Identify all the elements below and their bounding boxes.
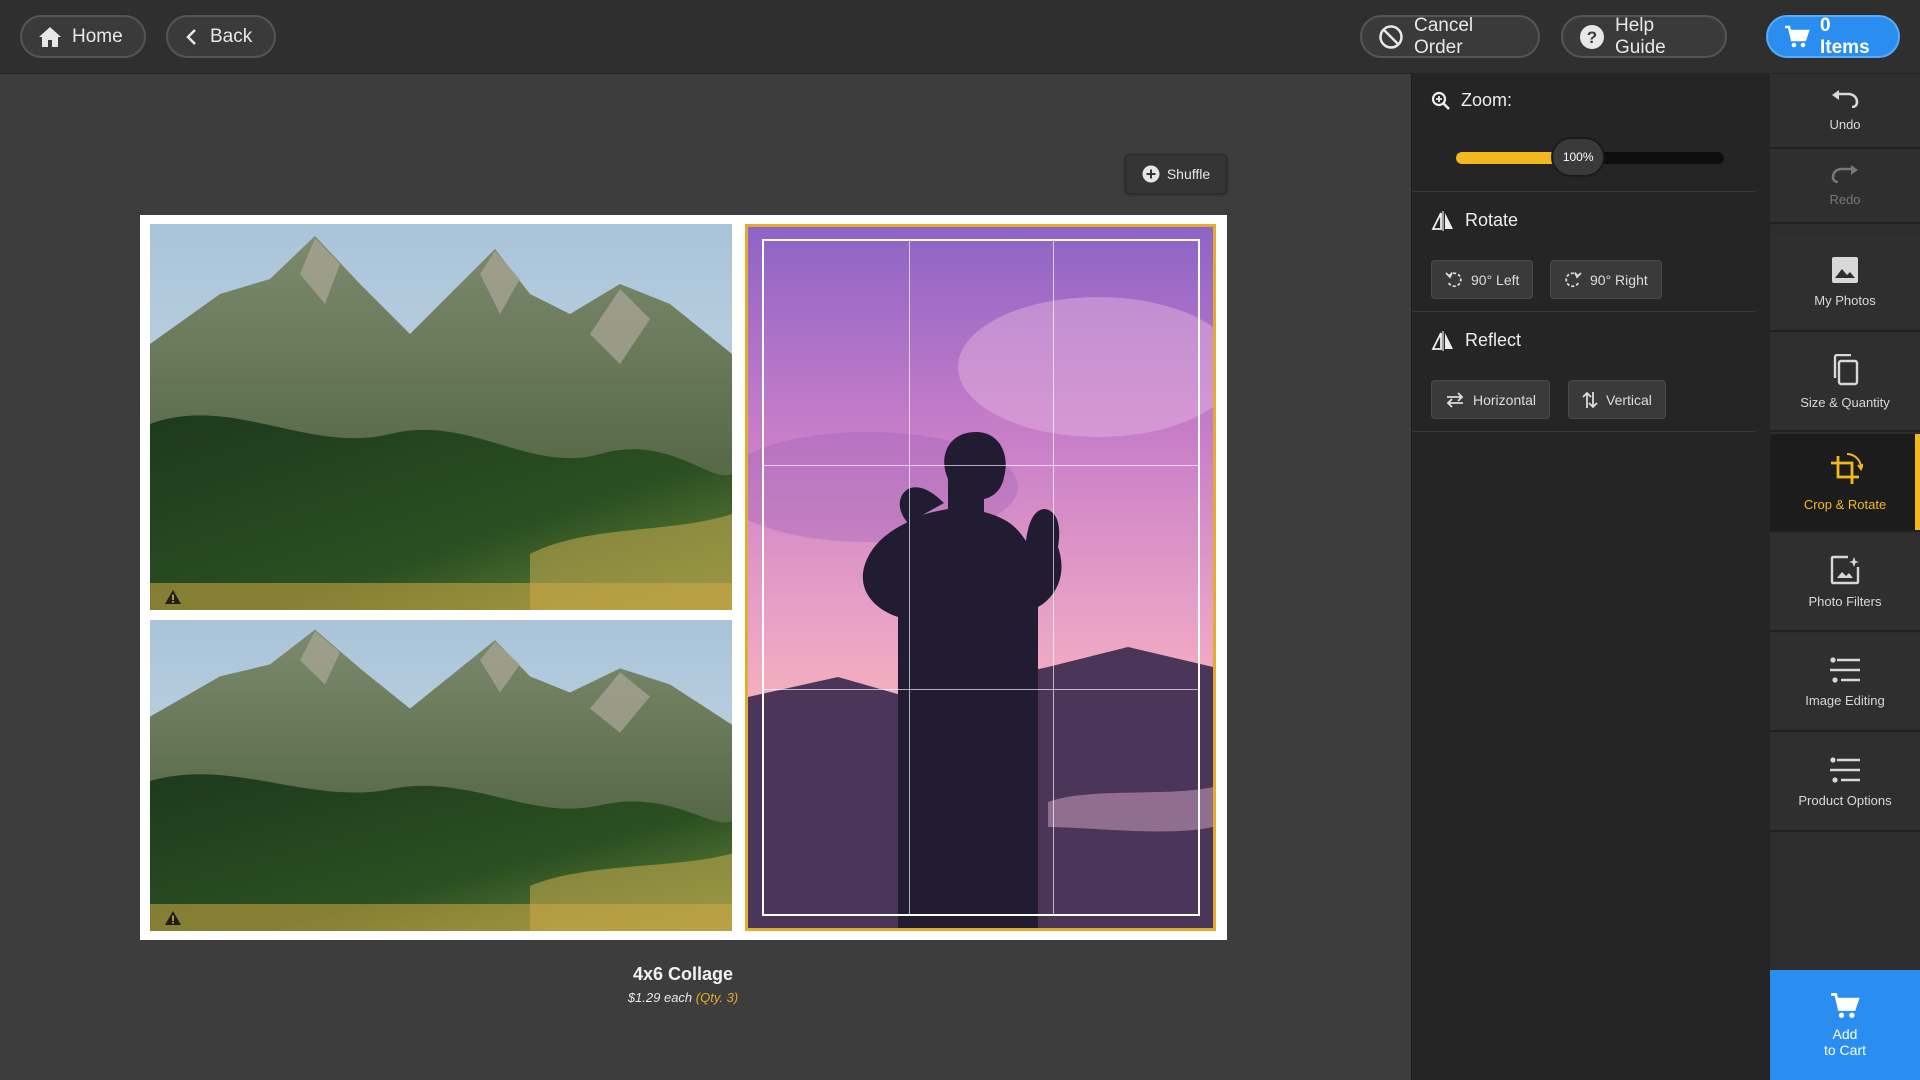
redo-icon [1831, 164, 1858, 183]
rail-size-quantity-label: Size & Quantity [1800, 395, 1890, 410]
reflect-horizontal-label: Horizontal [1473, 391, 1537, 408]
zoom-title: Zoom: [1431, 90, 1512, 111]
crop-grid-line [908, 241, 910, 914]
rail-crop-rotate[interactable]: Crop & Rotate [1770, 434, 1920, 532]
rotate-section: Rotate 90° Left 90° Right [1412, 192, 1756, 312]
reflect-vertical-label: Vertical [1606, 391, 1652, 408]
reflect-label: Reflect [1465, 330, 1522, 350]
rail-image-editing-label: Image Editing [1805, 693, 1885, 708]
sparkle-image-icon [1830, 555, 1860, 585]
shuffle-button[interactable]: Shuffle [1125, 154, 1227, 194]
crop-icon [1831, 453, 1863, 484]
product-price: $1.29 each [627, 990, 693, 1005]
tool-rail: Undo Redo My Photos Size & Quantity Crop… [1770, 74, 1920, 1080]
home-icon [39, 26, 61, 47]
cart-count: 0 Items [1820, 14, 1870, 58]
sliders-icon [1830, 757, 1860, 783]
rotate-left-button[interactable]: 90° Left [1431, 260, 1534, 299]
rotate-title: Rotate [1431, 210, 1518, 231]
chevron-left-icon [186, 28, 196, 45]
rotate-right-button[interactable]: 90° Right [1550, 260, 1662, 299]
collage-photo-3-selected[interactable] [745, 224, 1216, 931]
undo-label: Undo [1829, 116, 1861, 132]
product-caption: 4x6 Collage $1.29 each (Qty. 3) [540, 964, 826, 1005]
collage-photo-2[interactable] [150, 620, 732, 931]
low-resolution-bar [150, 904, 732, 931]
zoom-label: Zoom: [1461, 90, 1513, 110]
collage-preview [140, 215, 1227, 940]
redo-button[interactable]: Redo [1770, 149, 1920, 224]
warning-icon[interactable] [164, 910, 182, 926]
add-to-cart-button[interactable]: Add to Cart [1770, 970, 1920, 1080]
flip-icon [1431, 330, 1453, 351]
reflect-vertical-button[interactable]: Vertical [1568, 380, 1666, 419]
crop-grid-line [1053, 241, 1055, 914]
svg-text:?: ? [1587, 28, 1597, 47]
crop-grid-line [764, 689, 1198, 691]
cancel-order-button[interactable]: Cancel Order [1360, 15, 1540, 58]
help-guide-label: Help Guide [1615, 14, 1666, 58]
warning-icon[interactable] [164, 589, 182, 605]
product-title: 4x6 Collage [632, 964, 734, 984]
back-button[interactable]: Back [166, 15, 276, 58]
shuffle-label: Shuffle [1166, 166, 1211, 182]
crop-rotate-panel: Zoom: 100% Rotate 90° Left 90° Right Ref… [1411, 74, 1770, 1080]
cart-button[interactable]: 0 Items [1766, 15, 1900, 58]
copy-icon [1833, 354, 1859, 386]
undo-button[interactable]: Undo [1770, 74, 1920, 149]
swap-horizontal-icon [1446, 391, 1464, 408]
crop-grid-line [764, 465, 1198, 467]
rail-photo-filters-label: Photo Filters [1808, 594, 1882, 609]
ban-icon [1379, 24, 1403, 49]
rail-photo-filters[interactable]: Photo Filters [1770, 534, 1920, 632]
undo-icon [1832, 89, 1859, 108]
rotate-left-label: 90° Left [1471, 271, 1520, 288]
reflect-title: Reflect [1431, 330, 1521, 351]
rail-crop-rotate-label: Crop & Rotate [1803, 497, 1887, 512]
flip-icon [1431, 210, 1453, 231]
rotate-right-icon [1565, 271, 1582, 287]
product-price-line: $1.29 each (Qty. 3) [540, 990, 826, 1005]
rail-image-editing[interactable]: Image Editing [1770, 634, 1920, 732]
help-guide-button[interactable]: ? Help Guide [1561, 15, 1727, 58]
redo-label: Redo [1829, 191, 1861, 207]
rail-product-options-label: Product Options [1798, 793, 1892, 808]
reflect-section: Reflect Horizontal Vertical [1412, 312, 1756, 432]
rail-size-quantity[interactable]: Size & Quantity [1770, 334, 1920, 432]
mountain-photo [150, 620, 732, 931]
back-label: Back [210, 25, 253, 47]
rotate-left-icon [1445, 271, 1462, 287]
cart-icon [1785, 25, 1810, 47]
rail-my-photos[interactable]: My Photos [1770, 234, 1920, 332]
home-label: Home [72, 25, 123, 47]
swap-vertical-icon [1582, 391, 1598, 408]
mountain-photo [150, 224, 732, 610]
editor-canvas: Shuffle 4x6 Collage $1.29 each (Qty. 3) [0, 74, 1411, 1080]
top-bar: Home Back Cancel Order ? Help Guide 0 It… [0, 0, 1920, 74]
zoom-section: Zoom: 100% [1412, 74, 1756, 192]
product-quantity[interactable]: (Qty. 3) [696, 990, 738, 1005]
add-to-cart-label: Add to Cart [1824, 1026, 1866, 1058]
zoom-icon [1431, 91, 1450, 110]
sliders-icon [1830, 657, 1860, 683]
collage-photo-1[interactable] [150, 224, 732, 610]
low-resolution-bar [150, 583, 732, 610]
rail-my-photos-label: My Photos [1814, 293, 1876, 308]
help-icon: ? [1580, 24, 1604, 49]
rail-product-options[interactable]: Product Options [1770, 734, 1920, 832]
rotate-label: Rotate [1465, 210, 1519, 230]
reflect-horizontal-button[interactable]: Horizontal [1431, 380, 1551, 419]
image-icon [1832, 257, 1858, 283]
cart-icon [1831, 993, 1860, 1018]
rotate-right-label: 90° Right [1590, 271, 1648, 288]
zoom-value: 100% [1562, 150, 1594, 164]
add-to-cart-label-line-1: Add [1832, 1026, 1858, 1042]
home-button[interactable]: Home [20, 15, 146, 58]
cancel-order-label: Cancel Order [1414, 14, 1474, 58]
crop-grid[interactable] [762, 239, 1200, 916]
plus-circle-icon [1142, 165, 1160, 183]
add-to-cart-label-line-2: to Cart [1823, 1042, 1866, 1058]
zoom-slider-handle[interactable]: 100% [1551, 137, 1606, 177]
